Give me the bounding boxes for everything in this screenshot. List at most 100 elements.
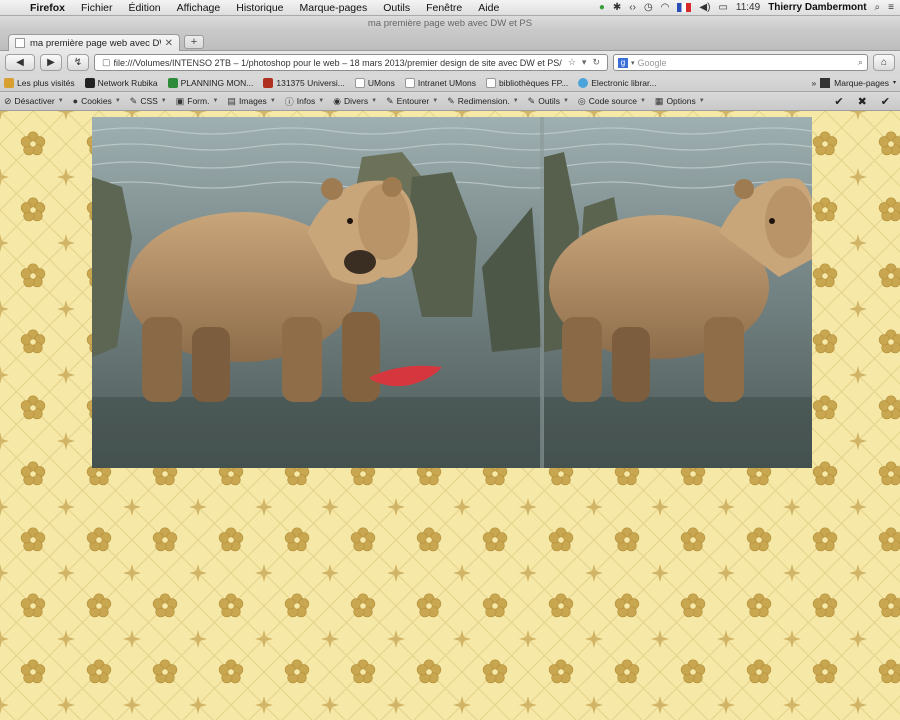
accessibility-check-icon[interactable]: ✔ [881, 95, 890, 108]
bookmarks-menu-button[interactable]: Marque-pages [834, 78, 889, 88]
dev-label: Infos [296, 96, 316, 106]
url-text: file:///Volumes/INTENSO 2TB – 1/photosho… [113, 57, 562, 68]
time-machine-icon[interactable]: ◷ [644, 2, 653, 13]
dev-redimension[interactable]: ✎ Redimension. ▼ [447, 96, 518, 107]
dev-label: Images [238, 96, 267, 106]
mac-menubar: Firefox Fichier Édition Affichage Histor… [0, 0, 900, 16]
home-button[interactable]: ⌂ [873, 54, 895, 71]
back-button[interactable]: ◀ [5, 54, 35, 71]
dev-css[interactable]: ✎ CSS ▼ [130, 96, 167, 107]
dev-label: Outils [538, 96, 560, 106]
bookmark-label: Network Rubika [97, 77, 158, 88]
rubika-icon [84, 77, 95, 88]
dev-divers[interactable]: ◉ Divers ▼ [333, 96, 377, 107]
bookmark-star-icon[interactable]: ☆ [568, 57, 576, 68]
notification-center-icon[interactable]: ≡ [888, 2, 894, 13]
user-name[interactable]: Thierry Dambermont [768, 2, 866, 13]
google-engine-icon[interactable]: g [618, 57, 628, 68]
bookmark-most-visited[interactable]: Les plus visités [4, 77, 75, 88]
dropdown-icon: ▼ [639, 98, 646, 104]
planning-icon [167, 77, 178, 88]
bookmark-network-rubika[interactable]: Network Rubika [84, 77, 158, 88]
menu-aide[interactable]: Aide [470, 2, 507, 14]
reload-icon[interactable]: ↻ [592, 57, 600, 68]
dropdown-icon: ▼ [57, 98, 64, 104]
page-favicon-icon [15, 38, 25, 48]
bookmark-electronic-library[interactable]: Electronic librar... [578, 77, 656, 88]
menu-app[interactable]: Firefox [22, 2, 73, 14]
dev-label: Divers [344, 96, 369, 106]
dev-desactiver[interactable]: ⊘ Désactiver ▼ [4, 96, 64, 107]
globe-icon [578, 77, 589, 88]
bluetooth-icon[interactable]: ✱ [613, 2, 621, 13]
new-tab-button[interactable]: + [184, 35, 204, 49]
document-icon [354, 77, 365, 88]
forward-button[interactable]: ▶ [40, 54, 62, 71]
bookmarks-toolbar: Les plus visités Network Rubika PLANNING… [0, 74, 900, 92]
input-source-flag-icon[interactable] [677, 3, 692, 12]
evernote-icon[interactable]: ● [599, 2, 605, 13]
info-icon: ⓘ [284, 96, 294, 107]
dropdown-icon: ▼ [432, 98, 439, 104]
web-developer-toolbar: ⊘ Désactiver ▼ ● Cookies ▼ ✎ CSS ▼ ▣ Form. ▼ ▤ Im… [0, 92, 900, 111]
clock[interactable]: 11:49 [736, 2, 760, 13]
url-dropdown-icon[interactable]: ▾ [582, 57, 587, 68]
bookmark-bibliotheques[interactable]: bibliothèques FP... [485, 77, 568, 88]
menu-fenetre[interactable]: Fenêtre [418, 2, 470, 14]
search-magnifier-icon[interactable]: ⌕ [858, 57, 863, 68]
url-bar[interactable]: ▢ file:///Volumes/INTENSO 2TB – 1/photos… [94, 54, 608, 71]
tools-icon: ✎ [527, 95, 536, 106]
dev-outils[interactable]: ✎ Outils ▼ [528, 96, 569, 107]
menu-fichier[interactable]: Fichier [73, 2, 121, 14]
bookmark-universite[interactable]: 131375 Universi... [263, 77, 345, 88]
bookmarks-menu-dropdown-icon[interactable]: ▾ [893, 79, 896, 86]
universite-icon [263, 77, 274, 88]
options-icon: ▦ [654, 95, 664, 106]
dev-label: Code source [588, 96, 637, 106]
menu-edition[interactable]: Édition [121, 2, 169, 14]
bookmark-planning[interactable]: PLANNING MON... [167, 77, 253, 88]
form-icon: ▣ [175, 95, 185, 106]
cookie-icon: ● [72, 96, 79, 106]
navigation-bar: ◀ ▶ ↯ ▢ file:///Volumes/INTENSO 2TB – 1/… [0, 51, 900, 74]
wifi-icon[interactable]: ◠ [661, 2, 670, 13]
spotlight-icon[interactable]: ⌕ [875, 2, 881, 13]
search-engine-dropdown-icon[interactable]: ▾ [631, 59, 635, 67]
bear-photo [92, 117, 812, 468]
search-placeholder: Google [637, 57, 667, 68]
menu-outils[interactable]: Outils [375, 2, 418, 14]
dev-options[interactable]: ▦ Options ▼ [655, 96, 705, 107]
battery-icon[interactable]: ▭ [718, 2, 727, 13]
tab-label: ma première page web avec DW... [30, 37, 161, 49]
dev-images[interactable]: ▤ Images ▼ [227, 96, 275, 107]
dev-infos[interactable]: ⓘ Infos ▼ [285, 95, 324, 108]
window-title: ma première page web avec DW et PS [367, 18, 533, 29]
code-icon[interactable]: ‹› [629, 2, 636, 13]
menu-affichage[interactable]: Affichage [169, 2, 229, 14]
disable-icon: ⊘ [4, 95, 12, 106]
page-info-icon[interactable]: ▢ [102, 57, 111, 68]
dev-code-source[interactable]: ◎ Code source ▼ [578, 96, 646, 107]
menu-marque-pages[interactable]: Marque-pages [292, 2, 376, 14]
error-cross-icon[interactable]: ✖ [858, 95, 867, 108]
document-icon [485, 77, 496, 88]
search-input[interactable]: g ▾ Google ⌕ [613, 54, 868, 71]
dropdown-icon: ▼ [212, 98, 219, 104]
menu-historique[interactable]: Historique [228, 2, 291, 14]
dev-label: Désactiver [14, 96, 55, 106]
bookmark-umons[interactable]: UMons [354, 77, 395, 88]
volume-icon[interactable]: ◀) [699, 2, 710, 13]
dev-cookies[interactable]: ● Cookies ▼ [73, 96, 121, 106]
dev-entourer[interactable]: ✎ Entourer ▼ [386, 96, 438, 107]
tab-close-icon[interactable]: ✕ [165, 38, 173, 49]
bookmarks-overflow-icon[interactable]: » [811, 78, 816, 88]
bookmark-intranet-umons[interactable]: Intranet UMons [404, 77, 476, 88]
dropdown-icon: ▼ [512, 98, 519, 104]
tab-active[interactable]: ma première page web avec DW... ✕ [8, 34, 180, 51]
bookmark-label: Intranet UMons [417, 77, 476, 88]
most-visited-icon [4, 77, 14, 88]
window-titlebar: ma première page web avec DW et PS [0, 16, 900, 31]
dev-forms[interactable]: ▣ Form. ▼ [176, 96, 219, 107]
validate-check-icon[interactable]: ✔ [834, 95, 843, 108]
history-button[interactable]: ↯ [67, 54, 89, 71]
